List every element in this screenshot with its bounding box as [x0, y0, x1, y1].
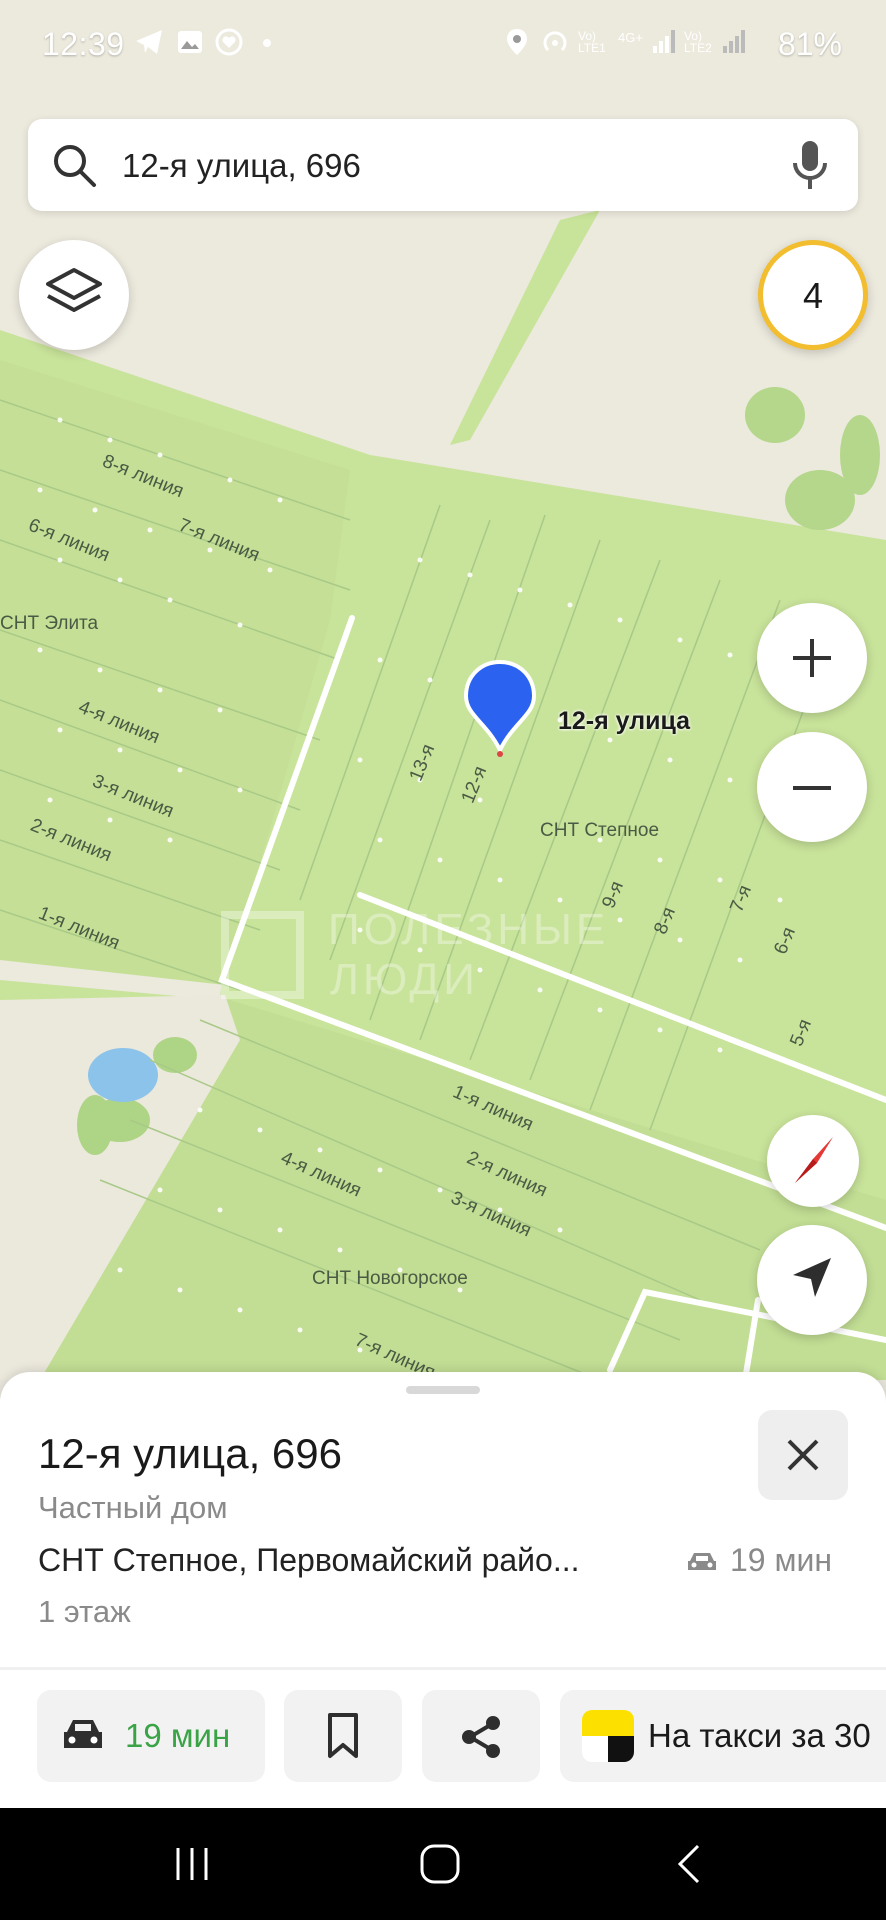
close-icon [786, 1438, 820, 1477]
route-time: 19 мин [125, 1717, 231, 1754]
sheet-handle[interactable] [406, 1386, 480, 1394]
bookmark-button[interactable] [284, 1690, 402, 1782]
map-view[interactable]: 8-я линия 7-я линия 6-я линия СНТ Элита … [0, 0, 886, 1380]
place-floor: 1 этаж [38, 1594, 131, 1629]
settlement-label: СНТ Степное [540, 820, 660, 841]
system-nav-bar [0, 1808, 886, 1920]
settlement-label: СНТ Новогорское [312, 1268, 468, 1289]
notification-badge[interactable]: 4 [758, 240, 868, 350]
network-label: Vo) LTE1 [578, 29, 606, 55]
layers-button[interactable] [19, 240, 129, 350]
badge-count: 4 [802, 275, 824, 316]
pin-label: 12-я улица [558, 707, 691, 735]
home-icon[interactable] [418, 1842, 462, 1891]
zoom-in-button[interactable] [757, 603, 867, 713]
my-location-button[interactable] [757, 1225, 867, 1335]
car-icon [686, 1550, 718, 1579]
taxi-button[interactable]: На такси за 30 [560, 1690, 886, 1782]
status-bar: 12:39 Vo) LTE1 4G+ Vo) LTE2 81% [0, 0, 886, 72]
taxi-label: На такси за 30 [648, 1717, 871, 1754]
battery-percent: 81% [777, 26, 842, 62]
settlement-label: СНТ Элита [0, 613, 99, 634]
place-type: Частный дом [38, 1490, 228, 1525]
network-label: 4G+ [618, 30, 643, 45]
share-icon [458, 1714, 504, 1765]
divider [0, 1667, 886, 1670]
drive-time: 19 мин [730, 1542, 833, 1578]
place-address: СНТ Степное, Первомайский райо... [38, 1542, 580, 1578]
watermark: ЛЮДИ [330, 955, 479, 1004]
share-button[interactable] [422, 1690, 540, 1782]
recents-icon[interactable] [172, 1844, 212, 1889]
watermark: ПОЛЕЗНЫЕ [328, 905, 610, 954]
zoom-out-button[interactable] [757, 732, 867, 842]
compass-button[interactable] [767, 1115, 859, 1207]
back-icon[interactable] [674, 1842, 704, 1891]
bookmark-icon [326, 1712, 360, 1765]
route-button[interactable]: 19 мин [37, 1690, 265, 1782]
location-pin[interactable] [462, 660, 538, 760]
search-input[interactable]: 12-я улица, 696 [122, 147, 361, 185]
place-card[interactable]: 12-я улица, 696 Частный дом СНТ Степное,… [0, 1372, 886, 1808]
search-bar[interactable]: 12-я улица, 696 [28, 119, 858, 211]
taxi-icon [580, 1708, 636, 1769]
network-label: Vo) LTE2 [684, 29, 712, 55]
car-icon [61, 1716, 105, 1759]
close-button[interactable] [758, 1410, 848, 1500]
place-title: 12-я улица, 696 [38, 1430, 342, 1477]
status-time: 12:39 [42, 26, 125, 62]
